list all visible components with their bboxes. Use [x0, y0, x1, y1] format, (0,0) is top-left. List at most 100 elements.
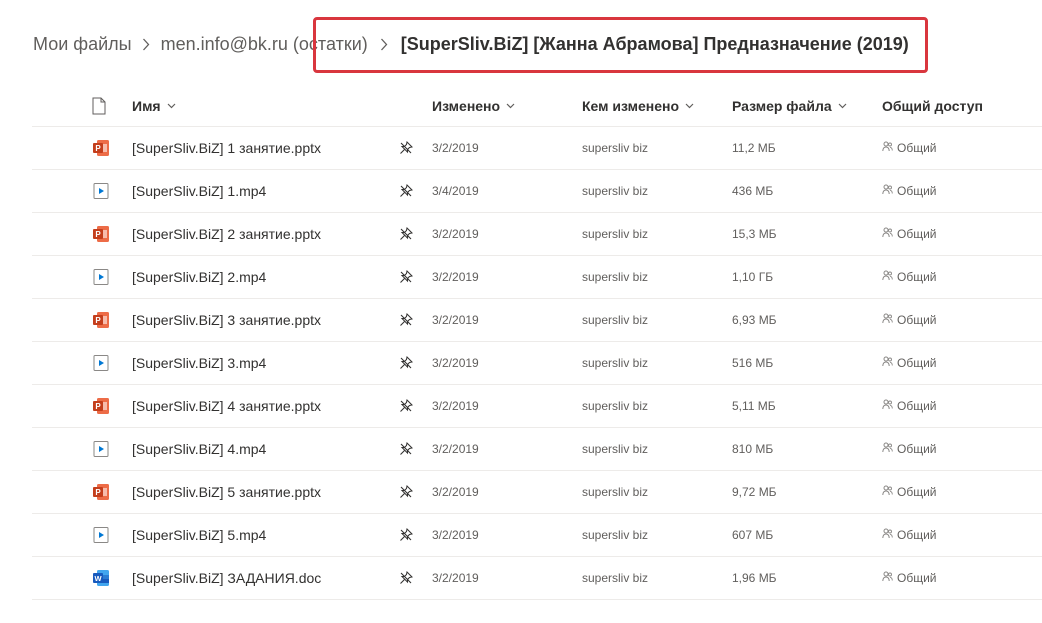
file-sharing-status[interactable]: Общий: [882, 342, 937, 384]
video-file-icon: [92, 170, 110, 212]
people-icon: [882, 227, 893, 241]
file-modified-by: supersliv biz: [582, 270, 649, 284]
file-name-link[interactable]: [SuperSliv.BiZ] 4.mp4: [132, 428, 266, 470]
file-sharing-label: Общий: [897, 184, 937, 198]
file-modified-date: 3/4/2019: [432, 184, 479, 198]
file-name-link[interactable]: [SuperSliv.BiZ] 5 занятие.pptx: [132, 471, 321, 513]
file-row[interactable]: [SuperSliv.BiZ] 5.mp4 3/2/2019 supersliv…: [32, 514, 1042, 557]
file-name-link[interactable]: [SuperSliv.BiZ] 2 занятие.pptx: [132, 213, 321, 255]
people-icon: [882, 442, 893, 456]
file-row[interactable]: [SuperSliv.BiZ] 3.mp4 3/2/2019 supersliv…: [32, 342, 1042, 385]
unpin-icon[interactable]: [399, 514, 413, 556]
file-size: 1,10 ГБ: [732, 270, 774, 284]
file-modified-by: supersliv biz: [582, 313, 649, 327]
people-icon: [882, 571, 893, 585]
file-modified-date: 3/2/2019: [432, 485, 479, 499]
powerpoint-file-icon: P: [92, 213, 110, 255]
people-icon: [882, 485, 893, 499]
file-sharing-status[interactable]: Общий: [882, 213, 937, 255]
file-sharing-label: Общий: [897, 399, 937, 413]
people-icon: [882, 270, 893, 284]
people-icon: [882, 313, 893, 327]
unpin-icon[interactable]: [399, 127, 413, 169]
file-sharing-status[interactable]: Общий: [882, 127, 937, 169]
svg-text:P: P: [95, 488, 101, 497]
file-sharing-label: Общий: [897, 313, 937, 327]
column-header-size[interactable]: Размер файла: [732, 86, 847, 126]
unpin-icon[interactable]: [399, 299, 413, 341]
people-icon: [882, 399, 893, 413]
unpin-icon[interactable]: [399, 471, 413, 513]
unpin-icon[interactable]: [399, 428, 413, 470]
file-modified-date: 3/2/2019: [432, 528, 479, 542]
file-modified-by: supersliv biz: [582, 184, 649, 198]
column-header-name[interactable]: Имя: [132, 86, 176, 126]
file-row[interactable]: [SuperSliv.BiZ] 1.mp4 3/4/2019 supersliv…: [32, 170, 1042, 213]
file-sharing-label: Общий: [897, 442, 937, 456]
video-file-icon: [92, 256, 110, 298]
column-header-modified[interactable]: Изменено: [432, 86, 515, 126]
file-modified-date: 3/2/2019: [432, 227, 479, 241]
file-sharing-label: Общий: [897, 528, 937, 542]
file-row[interactable]: [SuperSliv.BiZ] 4.mp4 3/2/2019 supersliv…: [32, 428, 1042, 471]
file-modified-by: supersliv biz: [582, 227, 649, 241]
file-name-link[interactable]: [SuperSliv.BiZ] 1.mp4: [132, 170, 266, 212]
file-sharing-label: Общий: [897, 571, 937, 585]
column-header-modified-by-label: Кем изменено: [582, 98, 680, 114]
chevron-down-icon: [506, 103, 515, 109]
file-sharing-status[interactable]: Общий: [882, 428, 937, 470]
file-size: 1,96 МБ: [732, 571, 777, 585]
file-name-link[interactable]: [SuperSliv.BiZ] 1 занятие.pptx: [132, 127, 321, 169]
file-sharing-status[interactable]: Общий: [882, 557, 937, 599]
unpin-icon[interactable]: [399, 170, 413, 212]
file-row[interactable]: P [SuperSliv.BiZ] 1 занятие.pptx 3/2/201…: [32, 127, 1042, 170]
powerpoint-file-icon: P: [92, 385, 110, 427]
file-row[interactable]: P [SuperSliv.BiZ] 5 занятие.pptx 3/2/201…: [32, 471, 1042, 514]
file-type-header-icon[interactable]: [92, 86, 106, 126]
unpin-icon[interactable]: [399, 256, 413, 298]
file-size: 5,11 МБ: [732, 399, 776, 413]
file-size: 810 МБ: [732, 442, 774, 456]
svg-text:P: P: [95, 144, 101, 153]
column-header-modified-label: Изменено: [432, 98, 501, 114]
file-sharing-label: Общий: [897, 270, 937, 284]
file-row[interactable]: [SuperSliv.BiZ] 2.mp4 3/2/2019 supersliv…: [32, 256, 1042, 299]
file-sharing-status[interactable]: Общий: [882, 170, 937, 212]
file-size: 11,2 МБ: [732, 141, 776, 155]
column-header-name-label: Имя: [132, 98, 161, 114]
file-name-link[interactable]: [SuperSliv.BiZ] 3 занятие.pptx: [132, 299, 321, 341]
column-header-sharing-label: Общий доступ: [882, 98, 983, 114]
svg-text:P: P: [95, 230, 101, 239]
file-name-link[interactable]: [SuperSliv.BiZ] ЗАДАНИЯ.doc: [132, 557, 321, 599]
unpin-icon[interactable]: [399, 557, 413, 599]
file-modified-date: 3/2/2019: [432, 270, 479, 284]
column-header-sharing[interactable]: Общий доступ: [882, 86, 983, 126]
file-sharing-status[interactable]: Общий: [882, 256, 937, 298]
file-name-link[interactable]: [SuperSliv.BiZ] 3.mp4: [132, 342, 266, 384]
unpin-icon[interactable]: [399, 385, 413, 427]
file-sharing-status[interactable]: Общий: [882, 514, 937, 556]
breadcrumb-item-my-files[interactable]: Мои файлы: [33, 34, 132, 55]
unpin-icon[interactable]: [399, 213, 413, 255]
svg-text:P: P: [95, 316, 101, 325]
file-sharing-label: Общий: [897, 227, 937, 241]
file-row[interactable]: W [SuperSliv.BiZ] ЗАДАНИЯ.doc 3/2/2019 s…: [32, 557, 1042, 600]
svg-text:P: P: [95, 402, 101, 411]
column-header-modified-by[interactable]: Кем изменено: [582, 86, 694, 126]
file-sharing-status[interactable]: Общий: [882, 471, 937, 513]
file-name-link[interactable]: [SuperSliv.BiZ] 2.mp4: [132, 256, 266, 298]
file-size: 6,93 МБ: [732, 313, 777, 327]
unpin-icon[interactable]: [399, 342, 413, 384]
file-row[interactable]: P [SuperSliv.BiZ] 3 занятие.pptx 3/2/201…: [32, 299, 1042, 342]
file-name-link[interactable]: [SuperSliv.BiZ] 5.mp4: [132, 514, 266, 556]
column-header-size-label: Размер файла: [732, 98, 832, 114]
file-modified-date: 3/2/2019: [432, 356, 479, 370]
people-icon: [882, 141, 893, 155]
chevron-down-icon: [167, 103, 176, 109]
people-icon: [882, 528, 893, 542]
file-row[interactable]: P [SuperSliv.BiZ] 4 занятие.pptx 3/2/201…: [32, 385, 1042, 428]
file-row[interactable]: P [SuperSliv.BiZ] 2 занятие.pptx 3/2/201…: [32, 213, 1042, 256]
file-sharing-status[interactable]: Общий: [882, 299, 937, 341]
file-name-link[interactable]: [SuperSliv.BiZ] 4 занятие.pptx: [132, 385, 321, 427]
file-sharing-status[interactable]: Общий: [882, 385, 937, 427]
